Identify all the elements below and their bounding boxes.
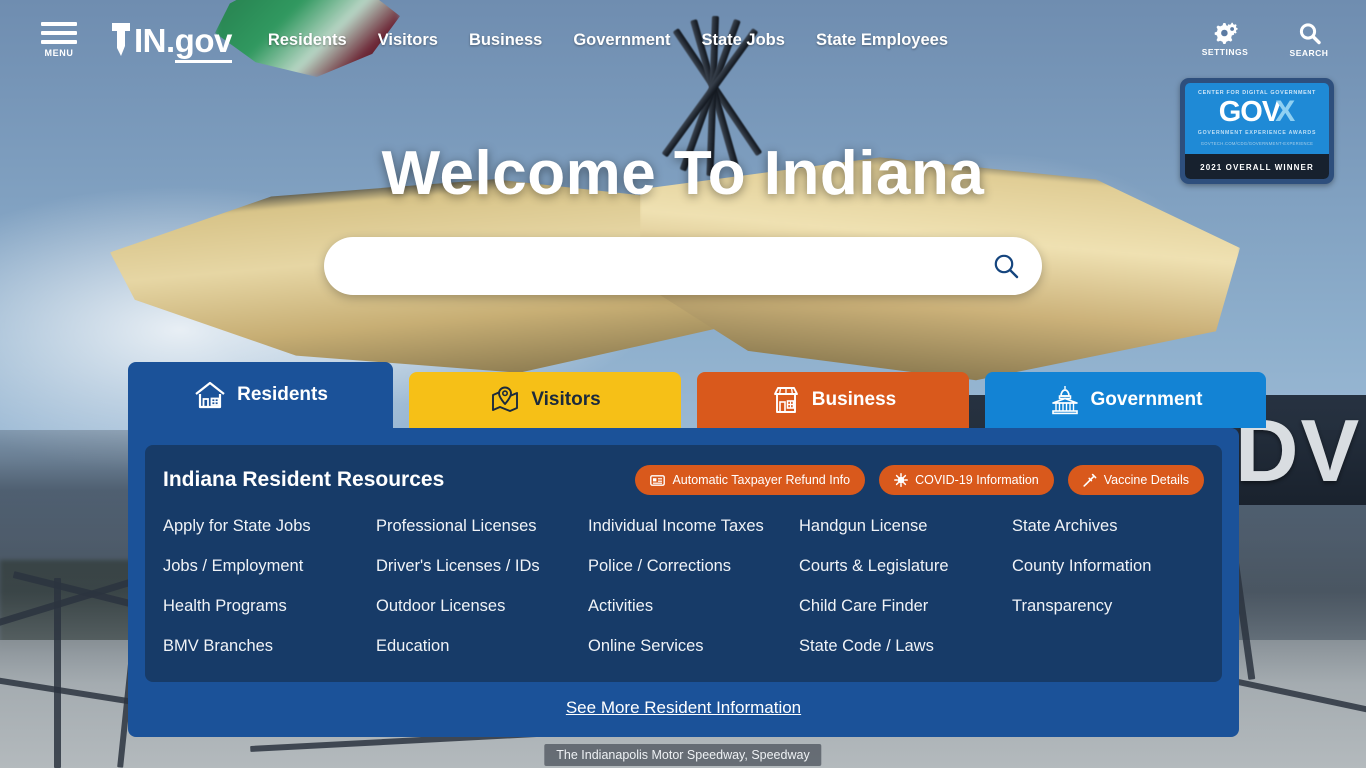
- tab-business[interactable]: Business: [697, 372, 969, 428]
- menu-label: MENU: [44, 48, 74, 58]
- award-url: GOVTECH.COM/CDG/GOVERNMENT-EXPERIENCE: [1200, 141, 1314, 146]
- id-card-icon: [650, 474, 666, 486]
- resident-resources-inner: Indiana Resident Resources Automatic Tax…: [145, 445, 1222, 682]
- house-icon: [195, 381, 225, 409]
- magnifier-icon: [994, 254, 1019, 279]
- award-winner-text: 2021 OVERALL WINNER: [1200, 163, 1314, 172]
- gears-icon: [1214, 22, 1238, 44]
- link-jobs-employment[interactable]: Jobs / Employment: [163, 557, 376, 576]
- tab-visitors[interactable]: Visitors: [409, 372, 681, 428]
- award-gov-text: GOV: [1218, 96, 1281, 128]
- search-button[interactable]: SEARCH: [1284, 22, 1334, 58]
- resource-links-column-5: State Archives County Information Transp…: [1012, 517, 1212, 656]
- virus-icon: [894, 473, 909, 487]
- indiana-state-shape-icon: [112, 23, 130, 56]
- search-input[interactable]: [324, 256, 992, 276]
- link-individual-income-taxes[interactable]: Individual Income Taxes: [588, 517, 799, 536]
- syringe-icon: [1083, 473, 1097, 487]
- link-child-care-finder[interactable]: Child Care Finder: [799, 597, 1012, 616]
- pill-covid-information[interactable]: COVID-19 Information: [879, 465, 1054, 495]
- pill-taxpayer-refund[interactable]: Automatic Taxpayer Refund Info: [635, 465, 866, 495]
- primary-nav-links: Residents Visitors Business Government S…: [268, 31, 948, 50]
- nav-link-business[interactable]: Business: [469, 31, 542, 50]
- pill-vaccine-details[interactable]: Vaccine Details: [1067, 465, 1204, 495]
- in-gov-logo[interactable]: IN.gov: [110, 21, 232, 63]
- link-state-code-laws[interactable]: State Code / Laws: [799, 637, 1012, 656]
- pill-vaccine-details-label: Vaccine Details: [1103, 473, 1189, 487]
- nav-link-government[interactable]: Government: [573, 31, 670, 50]
- award-x-text: X: [1275, 95, 1296, 128]
- category-panel-wrapper: Residents Visitors Business Government I…: [128, 362, 1266, 737]
- logo-in: IN: [134, 21, 167, 59]
- link-county-information[interactable]: County Information: [1012, 557, 1212, 576]
- page-title: Welcome To Indiana: [381, 139, 985, 208]
- nav-link-visitors[interactable]: Visitors: [378, 31, 438, 50]
- highlight-pills: Automatic Taxpayer Refund Info COVID-19 …: [635, 465, 1204, 495]
- logo-gov: gov: [174, 21, 232, 63]
- map-pin-icon: [492, 386, 519, 412]
- tab-residents-label: Residents: [237, 384, 328, 405]
- logo-dot: .: [166, 21, 175, 59]
- tab-visitors-label: Visitors: [531, 389, 601, 410]
- link-activities[interactable]: Activities: [588, 597, 799, 616]
- photo-caption: The Indianapolis Motor Speedway, Speedwa…: [544, 744, 822, 766]
- award-winner-bar: 2021 OVERALL WINNER: [1185, 154, 1329, 179]
- link-transparency[interactable]: Transparency: [1012, 597, 1212, 616]
- top-navigation-bar: MENU IN.gov Residents Visitors Business …: [0, 0, 1366, 80]
- link-education[interactable]: Education: [376, 637, 588, 656]
- link-apply-for-state-jobs[interactable]: Apply for State Jobs: [163, 517, 376, 536]
- tab-government[interactable]: Government: [985, 372, 1266, 428]
- see-more-resident-information-link[interactable]: See More Resident Information: [566, 698, 801, 717]
- nav-utility-icons: SETTINGS SEARCH: [1200, 22, 1334, 58]
- menu-button[interactable]: MENU: [36, 22, 82, 58]
- pill-covid-information-label: COVID-19 Information: [915, 473, 1039, 487]
- resource-links-column-4: Handgun License Courts & Legislature Chi…: [799, 517, 1012, 656]
- award-badge[interactable]: CENTER FOR DIGITAL GOVERNMENT GOV X GOVE…: [1180, 78, 1334, 184]
- award-subtitle: GOVERNMENT EXPERIENCE AWARDS: [1197, 130, 1317, 136]
- tab-business-label: Business: [811, 389, 897, 410]
- resource-links-column-1: Apply for State Jobs Jobs / Employment H…: [163, 517, 376, 656]
- hamburger-icon: [41, 22, 77, 44]
- resident-resources-panel: Indiana Resident Resources Automatic Tax…: [128, 428, 1239, 737]
- award-badge-inner: CENTER FOR DIGITAL GOVERNMENT GOV X GOVE…: [1185, 83, 1329, 179]
- link-drivers-licenses-ids[interactable]: Driver's Licenses / IDs: [376, 557, 588, 576]
- nav-link-state-employees[interactable]: State Employees: [816, 31, 948, 50]
- panel-title: Indiana Resident Resources: [163, 468, 445, 491]
- link-professional-licenses[interactable]: Professional Licenses: [376, 517, 588, 536]
- tab-residents[interactable]: Residents: [128, 362, 393, 428]
- category-tabs: Residents Visitors Business Government: [128, 362, 1266, 428]
- link-police-corrections[interactable]: Police / Corrections: [588, 557, 799, 576]
- see-more-wrapper: See More Resident Information: [145, 682, 1222, 720]
- magnifier-icon: [1299, 23, 1321, 45]
- resource-links-column-2: Professional Licenses Driver's Licenses …: [376, 517, 588, 656]
- hero-search-bar[interactable]: [324, 237, 1042, 295]
- search-label: SEARCH: [1289, 48, 1329, 58]
- resource-links-grid: Apply for State Jobs Jobs / Employment H…: [163, 517, 1204, 656]
- link-bmv-branches[interactable]: BMV Branches: [163, 637, 376, 656]
- link-handgun-license[interactable]: Handgun License: [799, 517, 1012, 536]
- nav-link-state-jobs[interactable]: State Jobs: [702, 31, 785, 50]
- award-govx-logo: GOV X: [1219, 97, 1295, 127]
- pill-taxpayer-refund-label: Automatic Taxpayer Refund Info: [672, 473, 851, 487]
- link-online-services[interactable]: Online Services: [588, 637, 799, 656]
- link-state-archives[interactable]: State Archives: [1012, 517, 1212, 536]
- panel-header: Indiana Resident Resources Automatic Tax…: [163, 465, 1204, 495]
- link-outdoor-licenses[interactable]: Outdoor Licenses: [376, 597, 588, 616]
- capitol-icon: [1051, 386, 1078, 415]
- link-health-programs[interactable]: Health Programs: [163, 597, 376, 616]
- tab-government-label: Government: [1090, 389, 1203, 410]
- settings-label: SETTINGS: [1201, 47, 1249, 57]
- link-courts-legislature[interactable]: Courts & Legislature: [799, 557, 1012, 576]
- storefront-icon: [773, 387, 798, 413]
- logo-text: IN.gov: [134, 21, 232, 63]
- settings-button[interactable]: SETTINGS: [1200, 22, 1250, 58]
- search-submit-button[interactable]: [992, 252, 1042, 280]
- resource-links-column-3: Individual Income Taxes Police / Correct…: [588, 517, 799, 656]
- truss-post-1: [54, 578, 61, 768]
- nav-link-residents[interactable]: Residents: [268, 31, 347, 50]
